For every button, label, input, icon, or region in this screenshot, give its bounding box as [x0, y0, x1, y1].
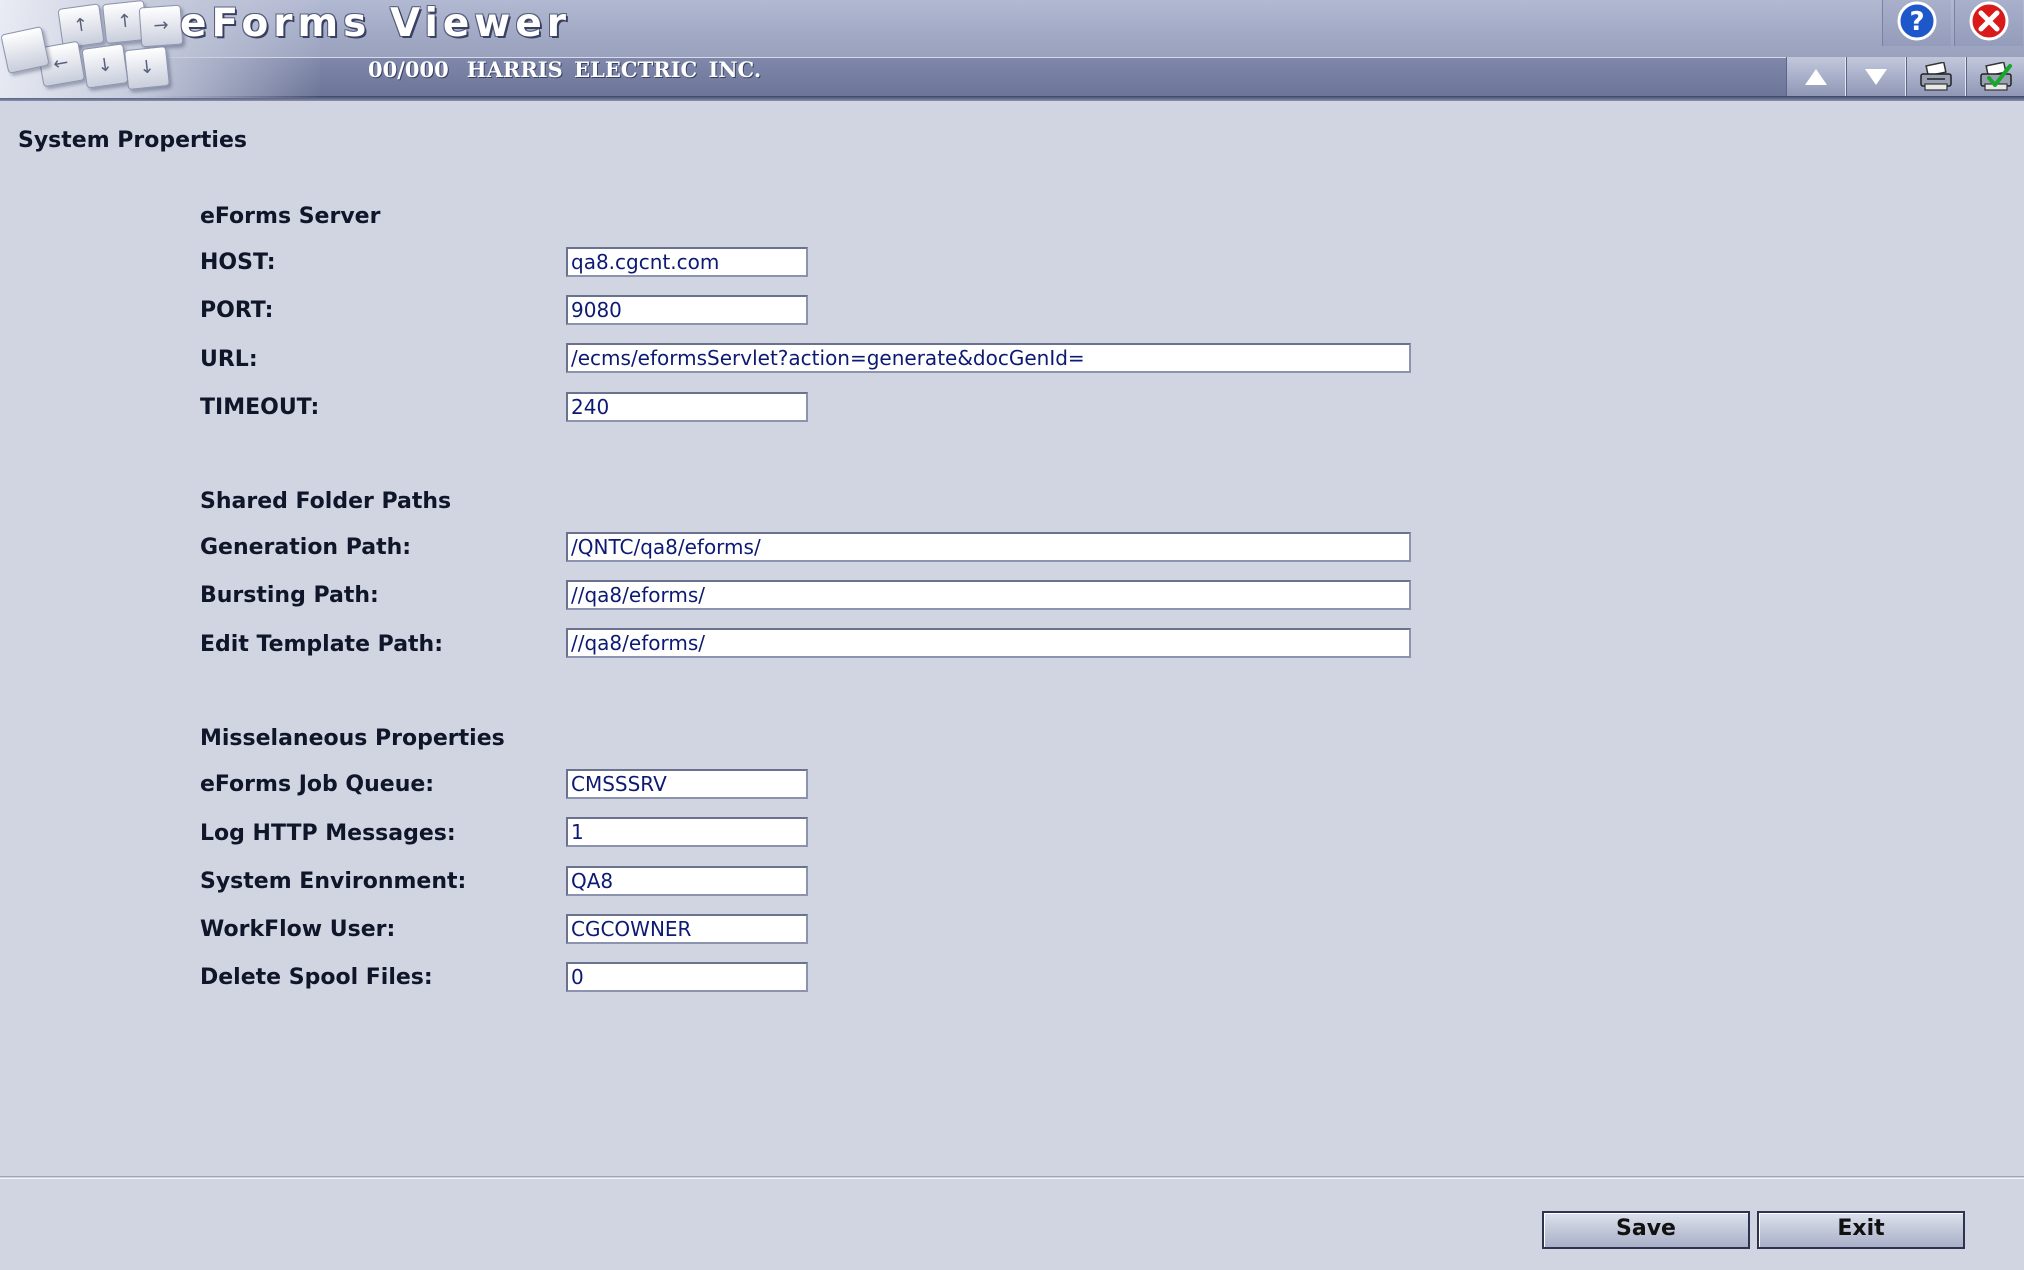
print-confirm-button[interactable] [1966, 57, 2024, 96]
app-title: eForms Viewer [180, 1, 571, 46]
log-http-label: Log HTTP Messages: [200, 821, 456, 846]
company-code: 00/000 [368, 57, 449, 82]
section-misc-properties: Misselaneous Properties [200, 726, 505, 751]
printer-icon [1919, 61, 1953, 92]
edit-template-path-label: Edit Template Path: [200, 632, 444, 657]
printer-check-icon [1979, 61, 2013, 92]
help-icon: ? [1897, 1, 1937, 45]
close-app-button[interactable] [1954, 0, 2023, 46]
company-info: 00/000 HARRIS ELECTRIC INC. [368, 56, 761, 84]
scroll-down-button[interactable] [1846, 57, 1906, 96]
edit-template-path-input[interactable] [566, 628, 1411, 658]
exit-button[interactable]: Exit [1757, 1211, 1965, 1249]
bursting-path-label: Bursting Path: [200, 583, 379, 608]
svg-text:?: ? [1909, 7, 1924, 37]
host-label: HOST: [200, 250, 276, 275]
system-environment-input[interactable] [566, 866, 808, 896]
company-name: HARRIS ELECTRIC INC. [466, 57, 762, 82]
bursting-path-input[interactable] [566, 580, 1411, 610]
app-header: ↑ ↑ → ← ↓ ↓ eForms Viewer 00/000 HARRIS E… [0, 0, 2024, 101]
job-queue-input[interactable] [566, 769, 808, 799]
section-shared-folder-paths: Shared Folder Paths [200, 489, 452, 514]
port-input[interactable] [566, 295, 808, 325]
arrow-down-icon [1864, 67, 1888, 87]
log-http-input[interactable] [566, 817, 808, 847]
print-button[interactable] [1906, 57, 1966, 96]
timeout-label: TIMEOUT: [200, 395, 320, 420]
delete-spool-input[interactable] [566, 962, 808, 992]
close-icon [1969, 1, 2009, 45]
generation-path-input[interactable] [566, 532, 1411, 562]
arrow-up-icon [1804, 67, 1828, 87]
page-title: System Properties [18, 128, 247, 153]
port-label: PORT: [200, 298, 274, 323]
generation-path-label: Generation Path: [200, 535, 412, 560]
workflow-user-input[interactable] [566, 914, 808, 944]
host-input[interactable] [566, 247, 808, 277]
url-label: URL: [200, 347, 258, 372]
delete-spool-label: Delete Spool Files: [200, 965, 433, 990]
workflow-user-label: WorkFlow User: [200, 917, 396, 942]
help-button[interactable]: ? [1882, 0, 1951, 46]
save-button[interactable]: Save [1542, 1211, 1750, 1249]
timeout-input[interactable] [566, 392, 808, 422]
footer-divider [0, 1176, 2024, 1179]
system-environment-label: System Environment: [200, 869, 467, 894]
section-eforms-server: eForms Server [200, 204, 381, 229]
job-queue-label: eForms Job Queue: [200, 772, 435, 797]
scroll-up-button[interactable] [1786, 57, 1846, 96]
url-input[interactable] [566, 343, 1411, 373]
